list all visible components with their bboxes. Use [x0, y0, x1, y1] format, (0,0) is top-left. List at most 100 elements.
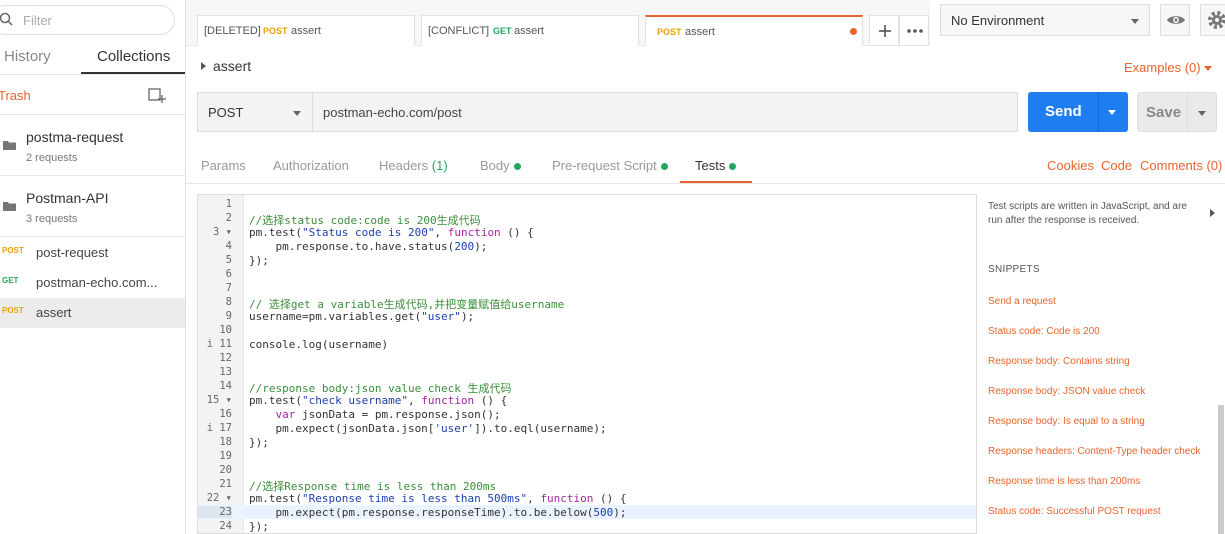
- save-button[interactable]: Save: [1137, 92, 1217, 132]
- environment-value: No Environment: [951, 13, 1045, 28]
- send-button[interactable]: Send: [1028, 92, 1128, 132]
- method-select[interactable]: POST: [197, 92, 313, 132]
- code-link[interactable]: Code: [1101, 158, 1132, 173]
- code-line[interactable]: 20: [198, 463, 976, 477]
- request-name: assert: [36, 305, 72, 320]
- code-line[interactable]: 6: [198, 267, 976, 281]
- request-subtabs: Params Authorization Headers (1) Body Pr…: [186, 148, 1225, 184]
- code-line[interactable]: 18});: [198, 435, 976, 449]
- line-number: 21: [219, 478, 232, 490]
- method-badge: POST: [2, 306, 24, 315]
- request-tab-active[interactable]: POST assert: [645, 15, 863, 46]
- code-text: });: [249, 254, 269, 267]
- save-options-chevron-icon[interactable]: [1198, 111, 1206, 116]
- headers-count: (1): [431, 158, 448, 173]
- line-number: 10: [219, 324, 232, 336]
- line-number: 15 ▾: [206, 394, 232, 406]
- line-number: 23: [198, 506, 232, 518]
- code-line[interactable]: i 11 console.log(username): [198, 337, 976, 351]
- request-item-selected[interactable]: POST assert: [0, 298, 185, 328]
- code-line[interactable]: 1: [198, 197, 976, 211]
- tab-body[interactable]: Body: [480, 158, 521, 173]
- new-collection-icon[interactable]: [148, 86, 166, 104]
- code-line[interactable]: 10: [198, 323, 976, 337]
- search-icon: [0, 12, 13, 26]
- caret-right-icon[interactable]: [201, 62, 207, 70]
- code-line[interactable]: 22 ▾ pm.test("Response time is less than …: [198, 491, 976, 505]
- collapse-panel-icon[interactable]: [1210, 209, 1216, 217]
- collection-item[interactable]: Postman-API 3 requests: [0, 176, 185, 236]
- tab-tests[interactable]: Tests: [695, 158, 737, 173]
- code-line[interactable]: 7: [198, 281, 976, 295]
- code-line[interactable]: 5});: [198, 253, 976, 267]
- snippet-link[interactable]: Send a request: [988, 296, 1056, 307]
- code-text: pm.test("check username", function () {: [249, 394, 508, 407]
- code-line[interactable]: 23 pm.expect(pm.response.responseTime).t…: [198, 505, 976, 519]
- tab-method: POST: [657, 27, 682, 37]
- code-text: pm.expect(jsonData.json['user']).to.eql(…: [249, 422, 607, 435]
- tab-prerequest-script[interactable]: Pre-request Script: [552, 158, 668, 173]
- more-tabs-button[interactable]: [899, 15, 929, 46]
- url-input[interactable]: postman-echo.com/post: [313, 92, 1018, 132]
- tab-collections[interactable]: Collections: [97, 48, 170, 65]
- new-tab-button[interactable]: [869, 15, 899, 46]
- request-tab[interactable]: [DELETED] POST assert: [197, 15, 415, 46]
- request-item[interactable]: POST post-request: [0, 238, 185, 268]
- snippet-link[interactable]: Response body: Is equal to a string: [988, 416, 1145, 427]
- code-line[interactable]: 2//选择status code:code is 200生成代码: [198, 211, 976, 227]
- tab-method: POST: [263, 26, 288, 36]
- tests-code-editor[interactable]: 1 2//选择status code:code is 200生成代码 3 ▾ pm.t…: [197, 194, 977, 534]
- snippet-link[interactable]: Response headers: Content-Type header ch…: [988, 446, 1200, 457]
- collection-item[interactable]: postma-request 2 requests: [0, 115, 185, 175]
- cookies-link[interactable]: Cookies: [1047, 158, 1094, 173]
- tab-headers[interactable]: Headers (1): [379, 158, 448, 173]
- request-tab[interactable]: [CONFLICT] GET assert: [421, 15, 639, 46]
- tab-history[interactable]: History: [4, 48, 51, 65]
- code-line[interactable]: 24});: [198, 519, 976, 533]
- active-subtab-indicator: [680, 181, 752, 183]
- line-number: 19: [219, 450, 232, 462]
- chevron-down-icon: [293, 111, 301, 116]
- code-line[interactable]: i 17 pm.expect(jsonData.json['user']).to…: [198, 421, 976, 435]
- code-line[interactable]: 19: [198, 449, 976, 463]
- snippet-link[interactable]: Status code: Successful POST request: [988, 506, 1161, 517]
- code-line[interactable]: 13: [198, 365, 976, 379]
- unsaved-dot: [850, 28, 857, 35]
- snippet-link[interactable]: Response time is less than 200ms: [988, 476, 1140, 487]
- code-line[interactable]: 14//response body:json value check 生成代码: [198, 379, 976, 395]
- collection-count: 2 requests: [26, 152, 78, 164]
- examples-dropdown[interactable]: Examples (0): [1124, 60, 1201, 75]
- send-options-chevron-icon[interactable]: [1108, 110, 1116, 115]
- code-text: });: [249, 520, 269, 533]
- snippet-link[interactable]: Response body: JSON value check: [988, 386, 1145, 397]
- code-text: pm.response.to.have.status(200);: [249, 240, 488, 253]
- environment-settings-button[interactable]: [1200, 4, 1225, 36]
- code-line[interactable]: 21//选择Response time is less than 200ms: [198, 477, 976, 493]
- code-line[interactable]: 3 ▾ pm.test("Status code is 200", functio…: [198, 225, 976, 239]
- filter-input[interactable]: Filter: [0, 5, 175, 35]
- code-line[interactable]: 12: [198, 351, 976, 365]
- eye-icon: [1167, 16, 1185, 24]
- request-name-title[interactable]: assert: [213, 58, 251, 74]
- code-line[interactable]: 15 ▾ pm.test("check username", function (…: [198, 393, 976, 407]
- tab-prefix: [DELETED]: [204, 25, 261, 37]
- environment-select[interactable]: No Environment: [940, 4, 1150, 36]
- code-line[interactable]: 9 username=pm.variables.get("user");: [198, 309, 976, 323]
- code-line[interactable]: 4 pm.response.to.have.status(200);: [198, 239, 976, 253]
- snippet-link[interactable]: Status code: Code is 200: [988, 326, 1100, 337]
- trash-link[interactable]: Trash: [0, 88, 31, 103]
- code-line[interactable]: 8// 选择get a variable生成代码,并把变量赋值给username: [198, 295, 976, 311]
- environment-quick-look-button[interactable]: [1160, 4, 1190, 36]
- line-number: 14: [219, 380, 232, 392]
- tab-authorization[interactable]: Authorization: [273, 158, 349, 173]
- comments-link[interactable]: Comments (0): [1140, 158, 1222, 173]
- tab-params[interactable]: Params: [201, 158, 246, 173]
- examples-chevron-icon: [1204, 66, 1212, 71]
- code-line[interactable]: 16 var jsonData = pm.response.json();: [198, 407, 976, 421]
- snippets-scrollbar[interactable]: [1218, 405, 1224, 534]
- headers-label: Headers: [379, 158, 429, 173]
- line-number: 22 ▾: [206, 492, 232, 504]
- tests-help-text: Test scripts are written in JavaScript, …: [988, 201, 1187, 226]
- request-item[interactable]: GET postman-echo.com...: [0, 268, 185, 298]
- snippet-link[interactable]: Response body: Contains string: [988, 356, 1130, 367]
